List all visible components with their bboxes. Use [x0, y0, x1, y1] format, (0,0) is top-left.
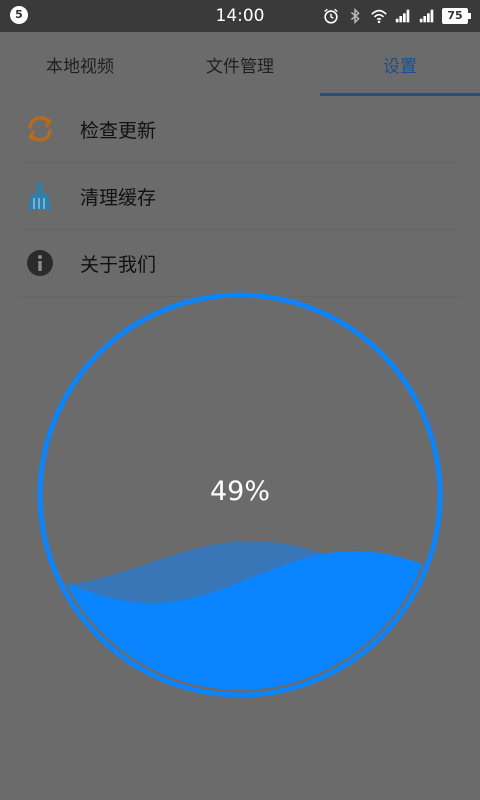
tab-settings[interactable]: 设置: [320, 32, 480, 96]
settings-item-label: 检查更新: [80, 119, 157, 142]
bluetooth-icon: [350, 7, 360, 25]
status-icons: 75: [322, 6, 471, 26]
battery-icon: 75: [442, 8, 471, 24]
broom-icon: [22, 178, 58, 214]
tab-bar: 本地视频 文件管理 设置: [0, 32, 480, 96]
progress-percent: 49%: [209, 476, 270, 507]
signal-icon: [419, 9, 434, 23]
refresh-icon: [22, 111, 58, 147]
progress-gauge: 49%: [37, 292, 443, 698]
settings-item-label: 关于我们: [80, 253, 157, 276]
settings-item-about-us[interactable]: 关于我们: [18, 230, 462, 297]
status-bar: 5 14:00 75: [0, 0, 480, 32]
alarm-icon: [324, 8, 338, 24]
wifi-icon: [371, 9, 387, 24]
signal-icon: [395, 9, 410, 23]
settings-item-clear-cache[interactable]: 清理缓存: [18, 163, 462, 230]
settings-item-label: 清理缓存: [80, 186, 157, 209]
settings-item-check-update[interactable]: 检查更新: [18, 96, 462, 163]
tab-local-video[interactable]: 本地视频: [0, 32, 160, 96]
info-icon: [22, 245, 58, 281]
tab-file-management[interactable]: 文件管理: [160, 32, 320, 96]
settings-list: 检查更新 清理缓存 关于我们: [18, 96, 462, 297]
